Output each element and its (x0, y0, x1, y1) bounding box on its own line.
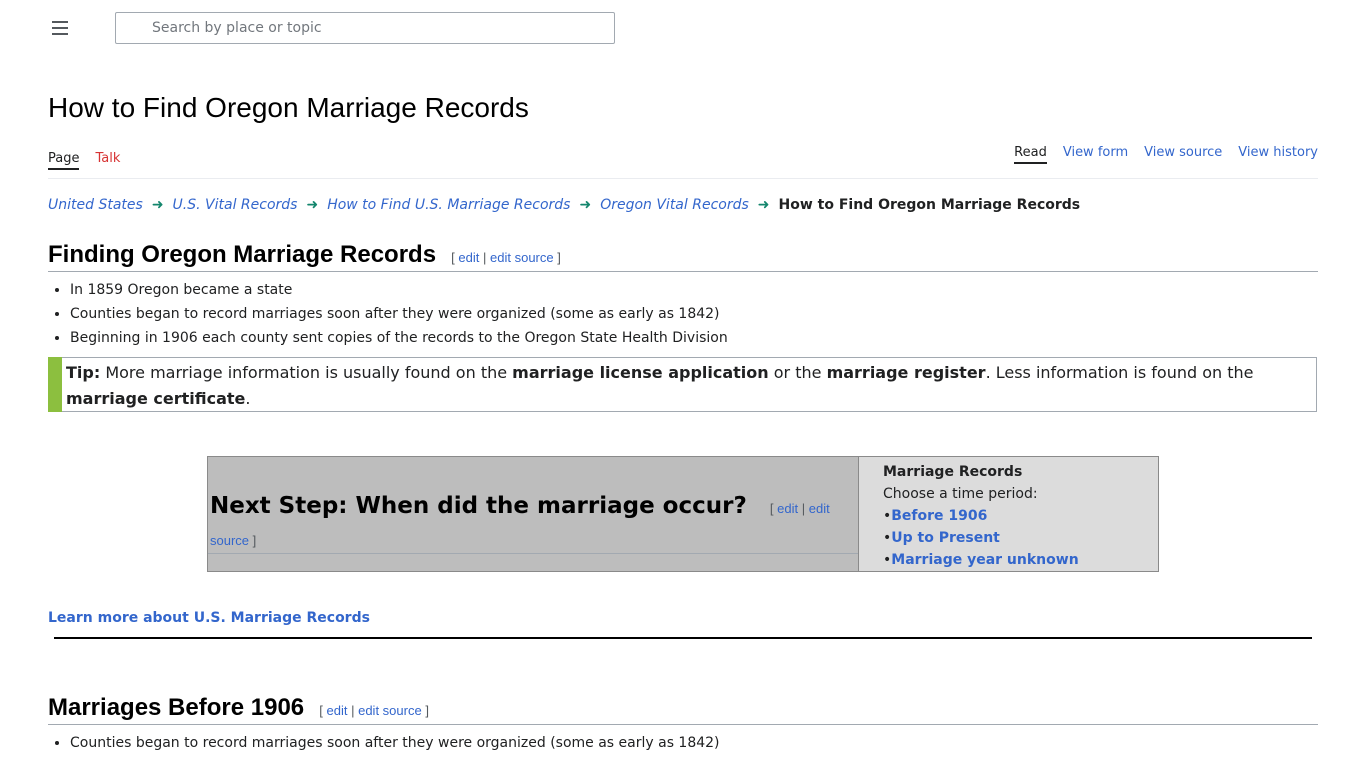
breadcrumb-oregon-vital-records[interactable]: Oregon Vital Records (600, 197, 749, 213)
tab-view-source[interactable]: View source (1144, 145, 1222, 160)
list-item: In 1859 Oregon became a state (70, 278, 728, 302)
divider (208, 553, 858, 554)
edit-link[interactable]: edit (326, 703, 347, 718)
tip-accent-bar (48, 357, 62, 412)
main-menu-button[interactable] (48, 16, 72, 40)
tab-read[interactable]: Read (1014, 145, 1047, 164)
edit-source-link[interactable]: edit source (490, 250, 554, 265)
section-heading-finding-records: Finding Oregon Marriage Records [ edit |… (48, 241, 1318, 272)
tab-talk[interactable]: Talk (95, 151, 120, 166)
marriage-records-panel: Marriage Records Choose a time period: •… (858, 456, 1159, 572)
edit-link[interactable]: edit (458, 250, 479, 265)
panel-title: Marriage Records (883, 464, 1023, 480)
breadcrumb-united-states[interactable]: United States (48, 197, 143, 213)
section-heading-before-1906: Marriages Before 1906 [ edit | edit sour… (48, 694, 1318, 725)
arrow-right-icon: ➜ (579, 197, 592, 213)
option-before-1906: •Before 1906 (883, 508, 988, 524)
panel-subtitle: Choose a time period: (883, 486, 1038, 502)
edit-section-links: [ edit | edit source ] (319, 703, 429, 718)
breadcrumb-us-marriage-records[interactable]: How to Find U.S. Marriage Records (327, 197, 570, 213)
section2-list: Counties began to record marriages soon … (48, 731, 720, 755)
arrow-right-icon: ➜ (757, 197, 770, 213)
section-title: Finding Oregon Marriage Records (48, 241, 437, 268)
page-tabs: Page Talk (48, 151, 136, 170)
link-up-to-present[interactable]: Up to Present (891, 530, 1000, 546)
section1-list: In 1859 Oregon became a state Counties b… (48, 278, 728, 350)
tab-view-form[interactable]: View form (1063, 145, 1128, 160)
arrow-right-icon: ➜ (306, 197, 319, 213)
view-tabs: Read View form View source View history (998, 145, 1318, 164)
hamburger-icon (52, 21, 68, 23)
option-year-unknown: •Marriage year unknown (883, 552, 1079, 568)
breadcrumb: United States ➜ U.S. Vital Records ➜ How to … (48, 197, 1080, 213)
edit-source-link[interactable]: edit source (358, 703, 422, 718)
page-title: How to Find Oregon Marriage Records (48, 92, 529, 123)
tip-text: Tip: More marriage information is usuall… (66, 363, 1254, 408)
horizontal-rule (54, 637, 1312, 639)
list-item: Counties began to record marriages soon … (70, 731, 720, 755)
next-step-box: Next Step: When did the marriage occur? … (207, 456, 859, 572)
edit-section-links: [ edit | edit source ] (451, 250, 561, 265)
search-input[interactable] (152, 13, 602, 43)
link-before-1906[interactable]: Before 1906 (891, 508, 987, 524)
next-step-title: Next Step: When did the marriage occur? (210, 493, 747, 519)
tabs-divider (48, 178, 1318, 179)
breadcrumb-us-vital-records[interactable]: U.S. Vital Records (173, 197, 298, 213)
edit-link[interactable]: edit (777, 501, 798, 516)
list-item: Beginning in 1906 each county sent copie… (70, 326, 728, 350)
option-up-to-present: •Up to Present (883, 530, 1000, 546)
learn-more-link[interactable]: Learn more about U.S. Marriage Records (48, 610, 370, 626)
list-item: Counties began to record marriages soon … (70, 302, 728, 326)
next-step-heading: Next Step: When did the marriage occur? … (210, 493, 855, 557)
arrow-right-icon: ➜ (151, 197, 164, 213)
breadcrumb-current: How to Find Oregon Marriage Records (778, 197, 1081, 213)
tip-box: Tip: More marriage information is usuall… (48, 357, 1317, 412)
section-title: Marriages Before 1906 (48, 694, 305, 721)
tab-page[interactable]: Page (48, 151, 80, 170)
link-year-unknown[interactable]: Marriage year unknown (891, 552, 1078, 568)
search-box[interactable] (115, 12, 615, 44)
tab-view-history[interactable]: View history (1238, 145, 1318, 160)
